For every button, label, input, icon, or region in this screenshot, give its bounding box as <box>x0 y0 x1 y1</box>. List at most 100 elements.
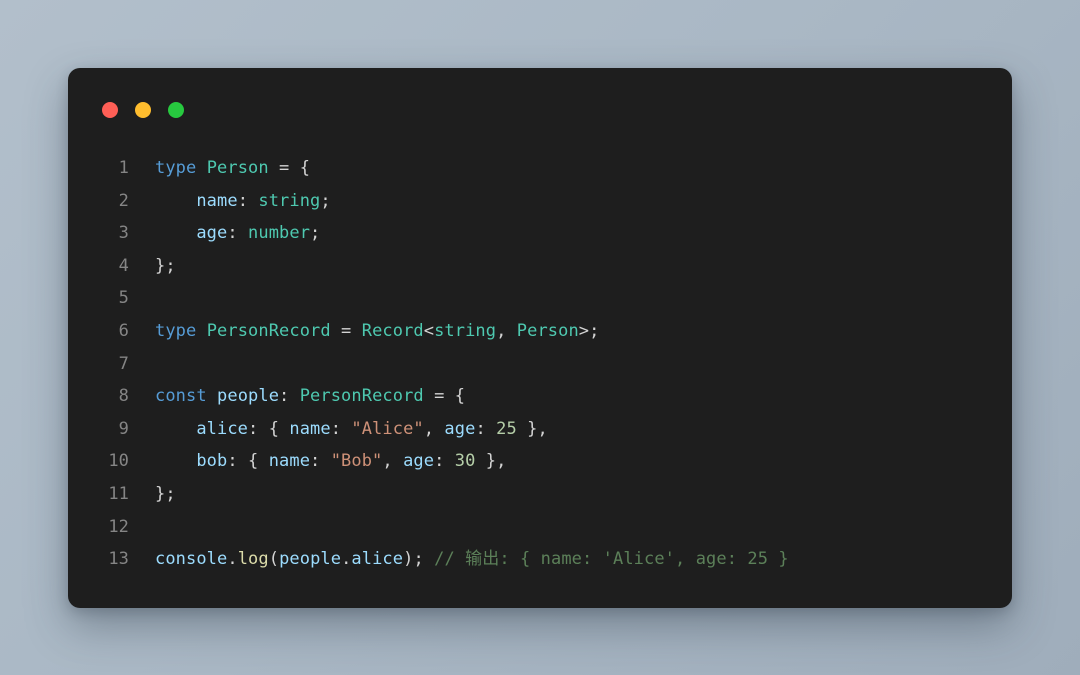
code-token: . <box>341 549 352 570</box>
code-line[interactable]: 3 age: number; <box>68 217 1012 250</box>
code-line-text: }; <box>129 478 1012 511</box>
code-token: PersonRecord <box>206 320 331 341</box>
code-line-text: type PersonRecord = Record<string, Perso… <box>129 315 1012 348</box>
code-token: ); <box>403 549 424 570</box>
code-token: < <box>423 320 435 341</box>
code-token: = { <box>268 158 311 178</box>
code-token: name <box>268 451 311 472</box>
line-number: 10 <box>108 451 129 472</box>
code-token: string <box>258 190 321 211</box>
code-token: people <box>279 549 342 570</box>
code-token: : <box>434 451 455 472</box>
code-token: ; <box>320 190 331 211</box>
line-number: 7 <box>118 353 129 374</box>
code-token: : <box>279 386 300 407</box>
code-token: : <box>310 451 331 472</box>
code-token: age <box>403 451 435 472</box>
code-token: : { <box>248 418 290 439</box>
code-token: Person <box>206 158 269 178</box>
code-token: 25 <box>496 418 517 439</box>
code-token: . <box>227 549 238 570</box>
code-window-card: 1 type Person = {2 name: string; 3 age: nu… <box>68 68 1012 608</box>
minimize-dot[interactable] <box>135 102 151 118</box>
code-token: : <box>227 223 249 244</box>
code-line[interactable]: 10 bob: { name: "Bob", age: 30 }, <box>68 445 1012 478</box>
code-token: ( <box>268 549 280 570</box>
line-number: 11 <box>108 483 129 504</box>
code-token: "Bob" <box>330 451 383 472</box>
code-line[interactable]: 2 name: string; <box>68 185 1012 218</box>
code-line[interactable]: 4}; <box>68 250 1012 283</box>
code-token: type <box>155 320 197 341</box>
code-token: name <box>289 418 331 439</box>
code-token: , <box>382 451 404 472</box>
code-line-text: const people: PersonRecord = { <box>129 380 1012 413</box>
code-line[interactable]: 8 const people: PersonRecord = { <box>68 380 1012 413</box>
line-number: 2 <box>118 190 129 211</box>
code-line[interactable]: 5 <box>68 282 1012 315</box>
code-line-text: name: string; <box>129 185 1012 218</box>
code-token: }, <box>475 451 507 472</box>
code-token: people <box>217 386 280 407</box>
code-token: }; <box>155 483 176 504</box>
line-number: 1 <box>118 158 129 178</box>
code-token: type <box>155 158 197 178</box>
code-line[interactable]: 9 alice: { name: "Alice", age: 25 }, <box>68 413 1012 446</box>
code-token: const <box>155 386 207 407</box>
code-line-text: age: number; <box>129 217 1012 250</box>
code-token: }, <box>516 418 548 439</box>
line-number: 8 <box>118 386 129 407</box>
code-token: "Alice" <box>351 418 424 439</box>
code-line[interactable]: 11}; <box>68 478 1012 511</box>
code-token: alice <box>351 549 404 570</box>
code-token: alice <box>196 418 249 439</box>
code-line[interactable]: 7 <box>68 348 1012 381</box>
screenshot-stage: 1 type Person = {2 name: string; 3 age: nu… <box>0 0 1080 675</box>
code-token: = <box>330 320 362 341</box>
code-line-text: }; <box>129 250 1012 283</box>
code-token: Person <box>516 320 579 341</box>
code-line-text: alice: { name: "Alice", age: 25 }, <box>129 413 1012 446</box>
code-line-text: type Person = { <box>129 152 1012 185</box>
code-token: bob <box>196 451 228 472</box>
code-line[interactable]: 1 type Person = { <box>68 152 1012 185</box>
maximize-dot[interactable] <box>168 102 184 118</box>
code-token: , <box>496 320 517 341</box>
line-number: 13 <box>108 549 129 570</box>
code-line-text: bob: { name: "Bob", age: 30 }, <box>129 445 1012 478</box>
code-token: age <box>196 223 228 244</box>
code-line[interactable]: 13 console.log(people.alice); // 输出: { na… <box>68 543 1012 576</box>
close-dot[interactable] <box>102 102 118 118</box>
code-token: }; <box>155 255 176 276</box>
window-titlebar <box>102 102 184 118</box>
line-number: 5 <box>118 288 129 309</box>
code-token: , <box>423 418 445 439</box>
code-token: Record <box>361 320 424 341</box>
code-token: console <box>155 549 228 570</box>
code-line-text: console.log(people.alice); // 输出: { name… <box>129 543 1012 576</box>
line-number: 12 <box>108 516 129 537</box>
code-token: : <box>475 418 497 439</box>
code-token: : { <box>227 451 269 472</box>
line-number: 9 <box>118 418 129 439</box>
code-editor-body[interactable]: 1 type Person = {2 name: string; 3 age: nu… <box>68 152 1012 576</box>
code-token: name <box>196 190 238 211</box>
code-token: : <box>330 418 352 439</box>
code-token: 30 <box>454 451 476 472</box>
code-line[interactable]: 12 <box>68 511 1012 544</box>
code-token: log <box>237 549 269 570</box>
code-token: string <box>434 320 497 341</box>
code-token: ; <box>310 223 321 244</box>
code-token: // 输出: { name: 'Alice', age: 25 } <box>434 549 789 570</box>
code-token: >; <box>578 320 600 341</box>
code-token: PersonRecord <box>299 386 424 407</box>
code-line[interactable]: 6 type PersonRecord = Record<string, Pers… <box>68 315 1012 348</box>
